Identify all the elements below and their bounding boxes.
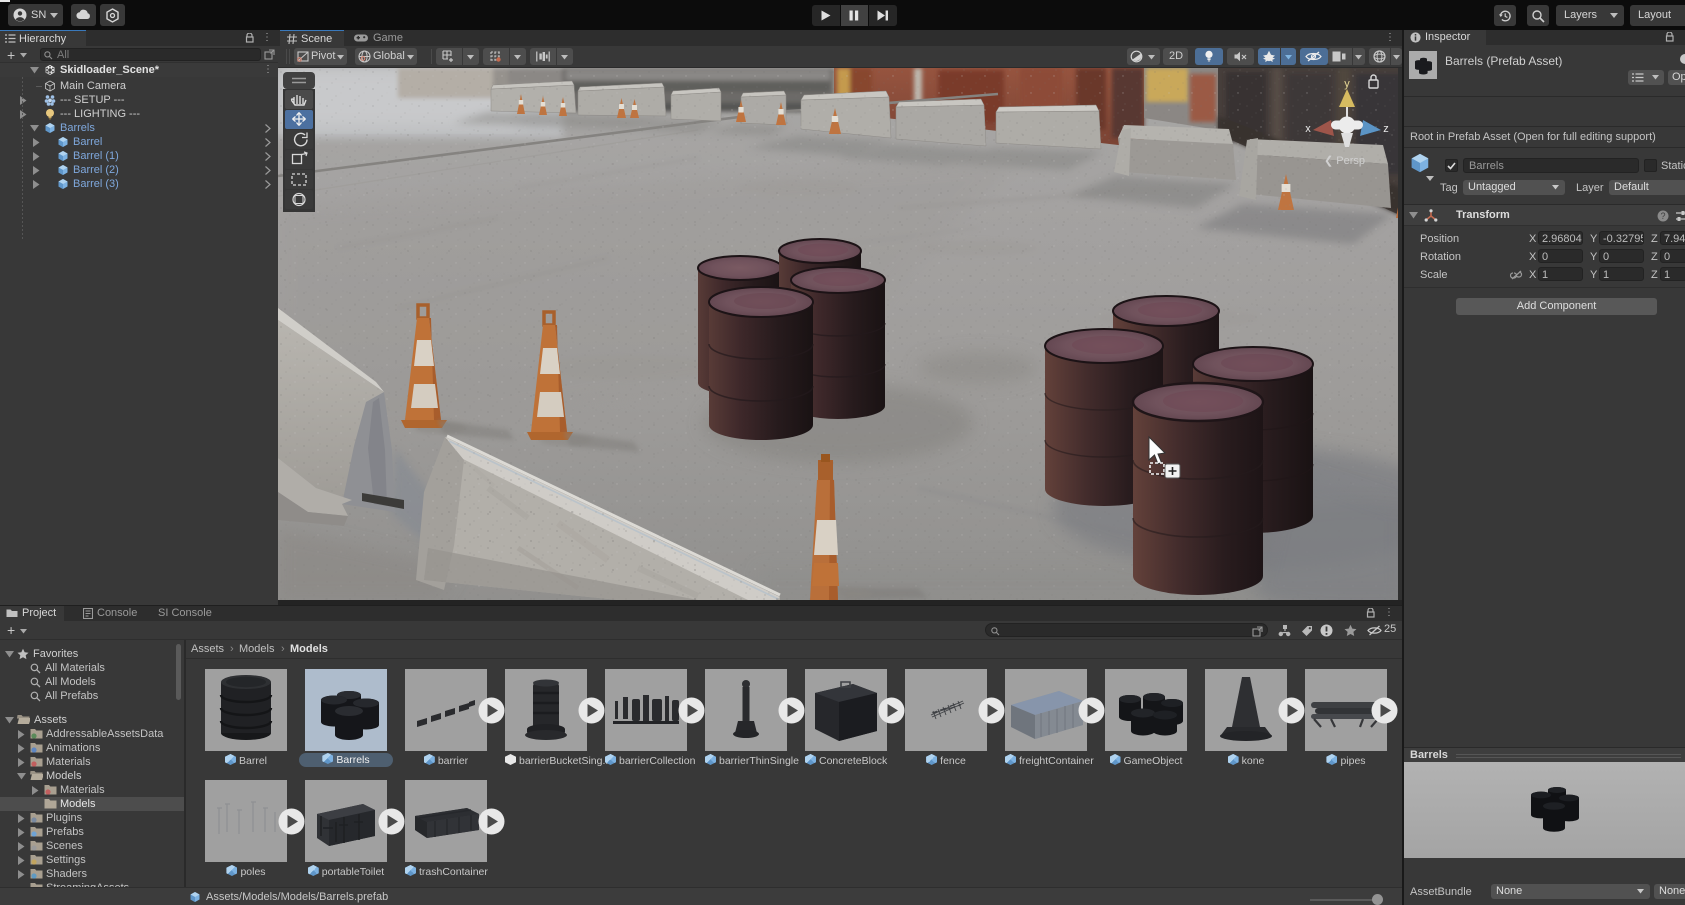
svg-text:❮ Persp: ❮ Persp xyxy=(1324,155,1365,167)
svg-text:y: y xyxy=(1344,78,1350,90)
svg-text:x: x xyxy=(1305,123,1311,135)
svg-text:?: ? xyxy=(1660,211,1665,221)
svg-text:z: z xyxy=(1383,123,1389,135)
